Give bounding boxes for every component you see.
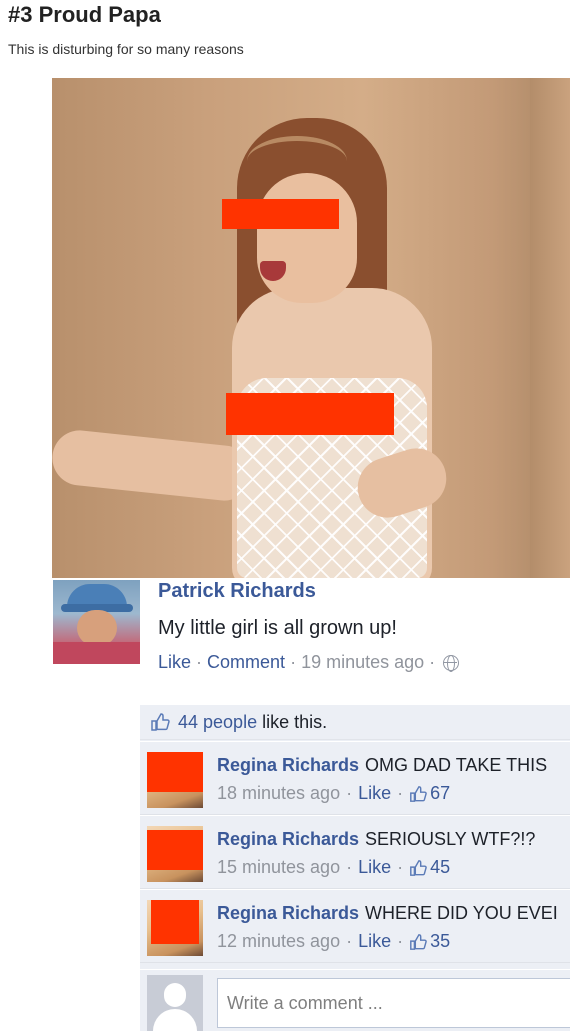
censor-bar-avatar	[147, 830, 203, 870]
separator: ·	[346, 857, 353, 877]
likes-suffix: like this.	[262, 711, 328, 732]
comment-like-count[interactable]: 67	[430, 783, 450, 804]
comment-like-count[interactable]: 35	[430, 931, 450, 952]
comment-text: WHERE DID YOU EVEI	[365, 903, 558, 923]
globe-icon	[443, 654, 460, 672]
separator: ·	[196, 652, 203, 672]
post-like-link[interactable]: Like	[158, 652, 191, 673]
post-comment-link[interactable]: Comment	[207, 652, 285, 673]
comment-like-count[interactable]: 45	[430, 857, 450, 878]
separator: ·	[429, 652, 436, 672]
comments-section: 44 people like this. Regina Richards OMG …	[140, 705, 570, 1031]
thumb-icon	[150, 712, 170, 732]
comment-meta: 15 minutes ago · Like · 45	[217, 857, 450, 878]
censor-bar-avatar	[151, 900, 199, 944]
thumb-icon	[409, 859, 427, 877]
comment-input[interactable]	[217, 978, 570, 1028]
comment-text: SERIOUSLY WTF?!?	[365, 829, 536, 849]
comment-like-link[interactable]: Like	[358, 857, 391, 878]
post-meta: Like · Comment · 19 minutes ago ·	[158, 652, 460, 673]
comment-like-link[interactable]: Like	[358, 931, 391, 952]
photo-arm-left	[52, 427, 255, 504]
default-user-icon	[147, 975, 203, 1031]
comment-meta: 18 minutes ago · Like · 67	[217, 783, 450, 804]
comment-text: OMG DAD TAKE THIS	[365, 755, 548, 775]
post-photo[interactable]	[52, 78, 570, 578]
separator: ·	[397, 931, 404, 951]
comment-timestamp[interactable]: 18 minutes ago	[217, 783, 340, 804]
separator: ·	[397, 857, 404, 877]
thumb-icon	[409, 933, 427, 951]
comment-timestamp[interactable]: 12 minutes ago	[217, 931, 340, 952]
thumb-icon	[409, 785, 427, 803]
commenter-avatar[interactable]	[147, 900, 203, 956]
separator: ·	[397, 783, 404, 803]
separator: ·	[346, 783, 353, 803]
post-author-link[interactable]: Patrick Richards	[158, 580, 316, 603]
separator: ·	[290, 652, 297, 672]
censor-bar-avatar	[147, 752, 203, 792]
commenter-avatar[interactable]	[147, 826, 203, 882]
post-message: My little girl is all grown up!	[158, 617, 397, 639]
likes-summary: 44 people like this.	[140, 705, 570, 740]
author-avatar[interactable]	[53, 580, 140, 664]
photo-headband	[247, 136, 347, 186]
article-heading: #3 Proud Papa	[8, 2, 161, 27]
censor-bar-chest	[226, 393, 394, 435]
censor-bar-eyes	[222, 199, 339, 229]
commenter-name-link[interactable]: Regina Richards	[217, 755, 359, 775]
commenter-name-link[interactable]: Regina Richards	[217, 829, 359, 849]
comment-item: Regina Richards WHERE DID YOU EVEI 12 min…	[140, 889, 570, 963]
comment-timestamp[interactable]: 15 minutes ago	[217, 857, 340, 878]
comment-item: Regina Richards OMG DAD TAKE THIS 18 minu…	[140, 741, 570, 815]
separator: ·	[346, 931, 353, 951]
comment-meta: 12 minutes ago · Like · 35	[217, 931, 450, 952]
comment-like-link[interactable]: Like	[358, 783, 391, 804]
commenter-avatar[interactable]	[147, 752, 203, 808]
commenter-name-link[interactable]: Regina Richards	[217, 903, 359, 923]
comment-item: Regina Richards SERIOUSLY WTF?!? 15 minut…	[140, 815, 570, 889]
photo-face	[257, 173, 357, 303]
post-timestamp[interactable]: 19 minutes ago	[301, 652, 424, 673]
article-subheading: This is disturbing for so many reasons	[8, 41, 244, 57]
likes-count-link[interactable]: 44 people	[178, 712, 257, 732]
comment-composer	[140, 969, 570, 1031]
